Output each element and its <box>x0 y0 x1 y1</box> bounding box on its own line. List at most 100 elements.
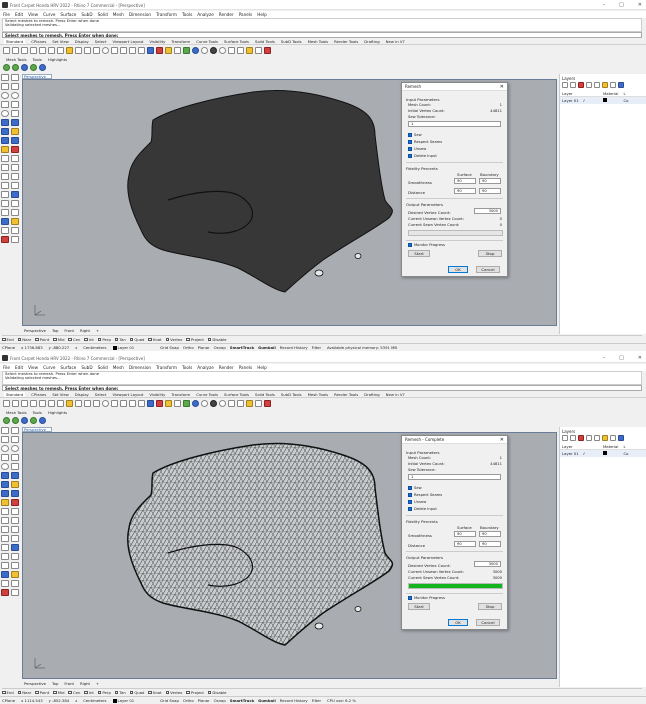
material-col-header[interactable]: Material <box>603 444 624 449</box>
layer-color-swatch[interactable] <box>603 451 607 455</box>
toolbar-tab[interactable]: Solid Tools <box>255 392 275 397</box>
circle-icon[interactable] <box>1 445 9 452</box>
surface-icon[interactable] <box>1 119 9 126</box>
mesh-cylinder-icon[interactable] <box>30 63 37 71</box>
mesh-box-icon[interactable] <box>12 416 19 424</box>
mesh-sphere-icon[interactable] <box>3 63 10 71</box>
units-label[interactable]: Centimeters <box>83 698 106 703</box>
menu-item[interactable]: Tools <box>182 365 192 370</box>
fillet-icon[interactable] <box>11 146 19 153</box>
osnap-checkbox[interactable]: Mid <box>53 690 64 695</box>
toolbar-tab[interactable]: Set View <box>52 39 68 44</box>
group-icon[interactable] <box>1 209 9 216</box>
menu-item[interactable]: Surface <box>60 365 76 370</box>
menu-item[interactable]: SubD <box>81 12 92 17</box>
trim-icon[interactable] <box>1 508 9 515</box>
cut-icon[interactable] <box>48 400 55 407</box>
linetype-col-header[interactable]: L <box>624 444 645 449</box>
shaded-sphere-icon[interactable] <box>210 400 217 407</box>
toolbar-tab[interactable]: Viewport Layout <box>113 39 144 44</box>
dimension-icon[interactable] <box>1 200 9 207</box>
import-icon[interactable] <box>39 400 46 407</box>
solid-icon[interactable] <box>11 128 19 135</box>
viewport-tab[interactable]: Top <box>52 328 58 333</box>
mirror-icon[interactable] <box>1 191 9 198</box>
menu-item[interactable]: Dimension <box>129 12 151 17</box>
layer-row[interactable]: Layer 01 ✓ Co <box>560 450 646 457</box>
osnap-checkbox[interactable]: End <box>2 690 14 695</box>
ungroup-icon[interactable] <box>11 209 19 216</box>
toolbar-tab[interactable]: Standard <box>4 38 26 44</box>
menu-item[interactable]: Help <box>257 365 267 370</box>
current-layer[interactable]: Layer 01 <box>112 698 134 703</box>
fillet-icon[interactable] <box>11 499 19 506</box>
lock-icon[interactable] <box>174 47 181 54</box>
help-icon[interactable] <box>264 47 271 54</box>
extrude-icon[interactable] <box>11 119 19 126</box>
light-bulb-icon[interactable] <box>165 47 172 54</box>
osnap-checkbox[interactable]: Disable <box>207 690 226 695</box>
render-tool-icon[interactable] <box>11 571 19 578</box>
layer-settings-icon[interactable] <box>610 435 616 441</box>
osnap-checkbox[interactable]: Quad <box>129 337 144 342</box>
new-file-icon[interactable] <box>3 400 10 407</box>
layer-settings-icon[interactable] <box>610 82 616 88</box>
osnap-checkbox[interactable]: Mid <box>53 337 64 342</box>
ellipse-icon[interactable] <box>1 463 9 470</box>
mirror-icon[interactable] <box>1 544 9 551</box>
mesh-icon[interactable] <box>11 490 19 497</box>
viewport-tab[interactable]: Front <box>64 681 74 686</box>
rotate-view-icon[interactable] <box>93 47 100 54</box>
hatch-icon[interactable] <box>11 200 19 207</box>
options-icon[interactable] <box>237 47 244 54</box>
menu-item[interactable]: SubD <box>81 365 92 370</box>
cplane-label[interactable]: CPlane <box>2 698 15 703</box>
toolbar-tab[interactable]: Surface Tools <box>224 392 249 397</box>
cplane-icon[interactable] <box>147 47 154 54</box>
toolbar-tab[interactable]: New in V7 <box>386 392 405 397</box>
layer-col-header[interactable]: Layer <box>562 91 583 96</box>
layer-icon[interactable] <box>183 47 190 54</box>
toolbar-tab[interactable]: SubD Tools <box>281 392 302 397</box>
toolbar-tab[interactable]: Transform <box>171 392 190 397</box>
status-toggle[interactable]: Ortho <box>183 698 194 703</box>
toolbar-tab[interactable]: Set View <box>52 392 68 397</box>
dialog-close-icon[interactable]: ✕ <box>500 83 504 91</box>
distance-boundary-input[interactable]: 90 <box>479 188 501 194</box>
undo-icon[interactable] <box>75 47 82 54</box>
viewport-tab[interactable]: Top <box>52 681 58 686</box>
delete-layer-icon[interactable] <box>578 82 584 88</box>
layer-material[interactable] <box>603 451 624 456</box>
toolbar-tab[interactable]: Standard <box>4 391 26 397</box>
status-toggle[interactable]: SmartTrack <box>230 345 254 350</box>
osnap-checkbox[interactable]: Knot <box>148 337 162 342</box>
point-icon[interactable] <box>11 427 19 434</box>
cancel-button[interactable]: Cancel <box>476 619 500 626</box>
material-sphere-icon[interactable] <box>192 400 199 407</box>
zoom-icon[interactable] <box>102 400 109 407</box>
osnap-checkbox[interactable]: Disable <box>207 337 226 342</box>
layer-material[interactable] <box>603 98 624 103</box>
menu-item[interactable]: Solid <box>98 365 108 370</box>
copy-icon[interactable] <box>57 47 64 54</box>
menu-item[interactable]: Transform <box>156 365 177 370</box>
smoothness-surface-input[interactable]: 90 <box>454 531 476 537</box>
menu-item[interactable]: Surface <box>60 12 76 17</box>
desired-vertex-input[interactable]: 3000 <box>474 208 501 214</box>
status-toggle[interactable]: Filter <box>312 345 321 350</box>
mesh-icon[interactable] <box>11 137 19 144</box>
copy-icon[interactable] <box>57 400 64 407</box>
menu-item[interactable]: Analyze <box>197 12 214 17</box>
mesh-tab[interactable]: Highlights <box>48 57 67 62</box>
osnap-checkbox[interactable]: Near <box>17 690 31 695</box>
arc-icon[interactable] <box>11 92 19 99</box>
menu-item[interactable]: Render <box>219 365 234 370</box>
render-icon[interactable] <box>201 400 208 407</box>
ok-button[interactable]: OK <box>448 619 468 626</box>
more-tools-icon[interactable] <box>11 236 19 243</box>
cplane-label[interactable]: CPlane <box>2 345 15 350</box>
status-toggle[interactable]: Ortho <box>183 345 194 350</box>
layer-icon[interactable] <box>183 400 190 407</box>
sew-checkbox[interactable]: Sew <box>408 133 422 137</box>
viewport-tab[interactable]: Right <box>80 681 90 686</box>
